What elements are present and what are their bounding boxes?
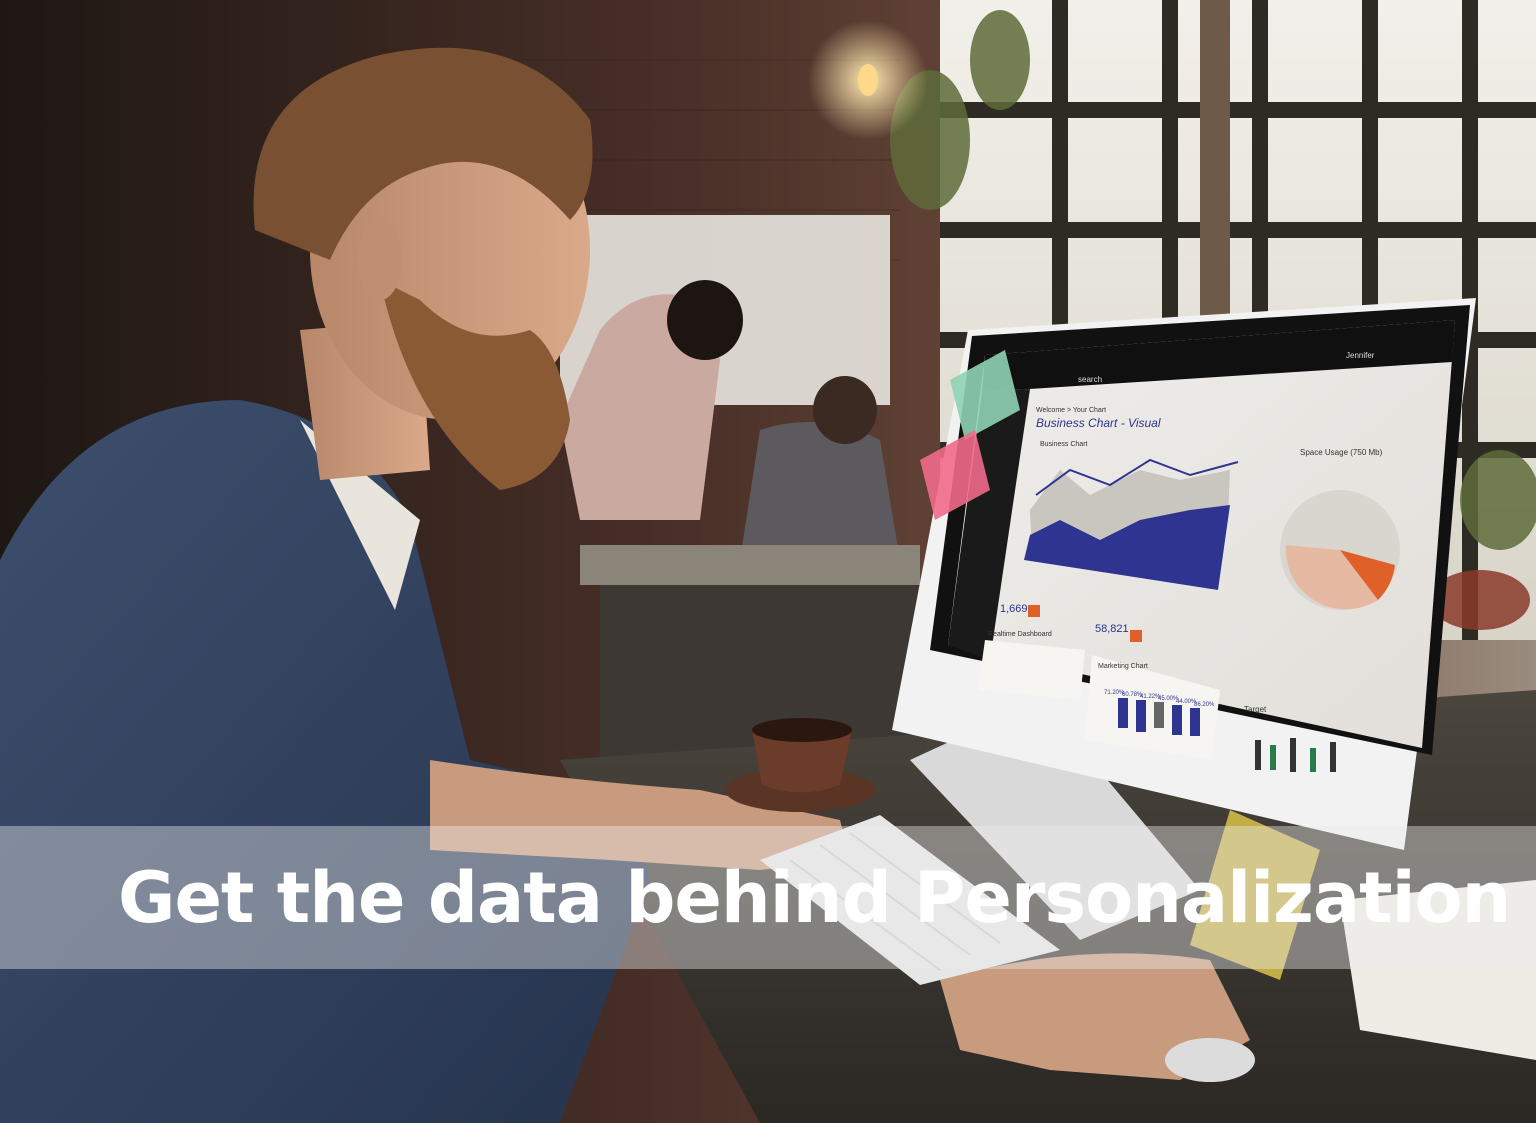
screen-marketing-chart-label: Marketing Chart: [1098, 663, 1148, 670]
screen-space-usage-title: Space Usage (750 Mb): [1300, 448, 1383, 457]
screen-realtime-dashboard-label: Realtime Dashboard: [988, 631, 1052, 638]
screen-stat-value-1: 1,669: [1000, 603, 1028, 615]
headline-caption: Get the data behind Personalization: [118, 856, 1512, 939]
screen-pie-chart: [1280, 490, 1400, 610]
screen-breadcrumb: Welcome > Your Chart: [1036, 407, 1106, 414]
screen-percent: 86.20%: [1194, 702, 1215, 708]
screen-stat-value-2: 58,821: [1095, 623, 1129, 635]
screen-target-label: Target: [1244, 705, 1267, 714]
screen-search-label: search: [1078, 375, 1102, 384]
screen-business-chart-label: Business Chart: [1040, 441, 1088, 448]
caption-band: Get the data behind Personalization: [0, 826, 1536, 969]
photo-scene: search Jennifer Welcome > Your Chart Bus…: [0, 0, 1536, 1123]
screen-page-title: Business Chart - Visual: [1036, 416, 1161, 430]
screen-user-name: Jennifer: [1346, 351, 1375, 360]
